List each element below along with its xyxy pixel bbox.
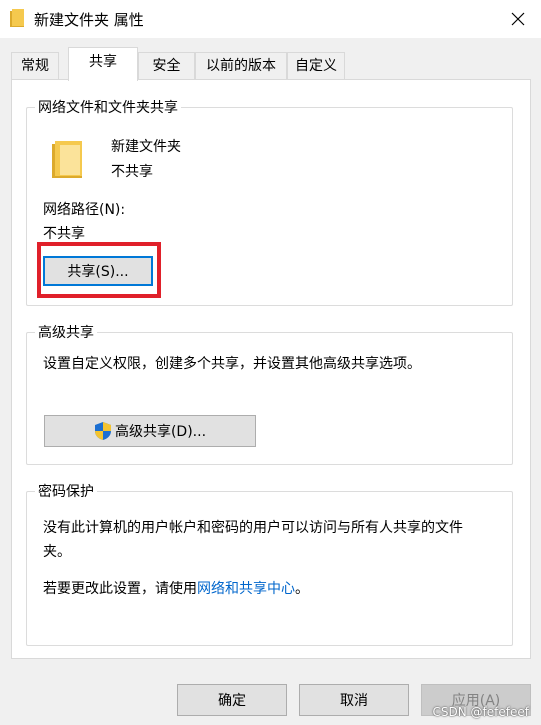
- folder-name: 新建文件夹: [111, 139, 181, 155]
- tab-sharing[interactable]: 共享: [68, 47, 138, 81]
- close-icon: [511, 12, 525, 26]
- password-protection-group: 密码保护: [26, 481, 513, 646]
- folder-share-status: 不共享: [111, 164, 153, 180]
- close-button[interactable]: [495, 0, 541, 38]
- highlight-box: [37, 242, 161, 298]
- sharing-panel: 网络文件和文件夹共享 新建文件夹 不共享 网络路径(N): 不共享 高级共享 设…: [11, 79, 531, 659]
- tab-label: 自定义: [295, 58, 337, 74]
- network-sharing-center-link[interactable]: 网络和共享中心: [197, 581, 295, 597]
- window-title: 新建文件夹 属性: [34, 11, 144, 29]
- ok-button-label: 确定: [218, 693, 246, 709]
- tab-label: 以前的版本: [206, 58, 276, 74]
- network-path-value: 不共享: [43, 226, 85, 242]
- tab-general[interactable]: 常规: [11, 52, 59, 80]
- password-description-line2: 夹。: [43, 544, 71, 560]
- folder-icon: [10, 9, 24, 27]
- cancel-button-label: 取消: [340, 693, 368, 709]
- group-title: 网络文件和文件夹共享: [35, 97, 181, 117]
- tab-label: 安全: [152, 58, 181, 74]
- password-description-line1: 没有此计算机的用户帐户和密码的用户可以访问与所有人共享的文件: [43, 520, 463, 536]
- change-setting-prefix: 若要更改此设置，请使用: [43, 581, 197, 597]
- tab-customize[interactable]: 自定义: [287, 52, 345, 80]
- network-path-label: 网络路径(N):: [43, 202, 126, 218]
- title-bar: 新建文件夹 属性: [0, 0, 541, 38]
- ok-button[interactable]: 确定: [177, 684, 287, 716]
- change-setting-text: 若要更改此设置，请使用网络和共享中心。: [43, 578, 309, 598]
- advanced-sharing-button[interactable]: 高级共享(D)...: [44, 415, 256, 447]
- tab-security[interactable]: 安全: [138, 52, 195, 80]
- change-setting-suffix: 。: [295, 581, 309, 597]
- tab-previous-versions[interactable]: 以前的版本: [195, 52, 287, 80]
- tab-label: 共享: [89, 54, 117, 70]
- advanced-sharing-button-label: 高级共享(D)...: [114, 424, 207, 440]
- folder-icon: [52, 141, 82, 178]
- group-title: 密码保护: [35, 481, 97, 501]
- watermark: CSDN @fefefeef: [432, 705, 529, 719]
- advanced-sharing-description: 设置自定义权限，创建多个共享，并设置其他高级共享选项。: [43, 356, 421, 372]
- group-title: 高级共享: [35, 322, 97, 342]
- cancel-button[interactable]: 取消: [299, 684, 409, 716]
- tab-label: 常规: [21, 58, 49, 74]
- uac-shield-icon: [94, 422, 111, 440]
